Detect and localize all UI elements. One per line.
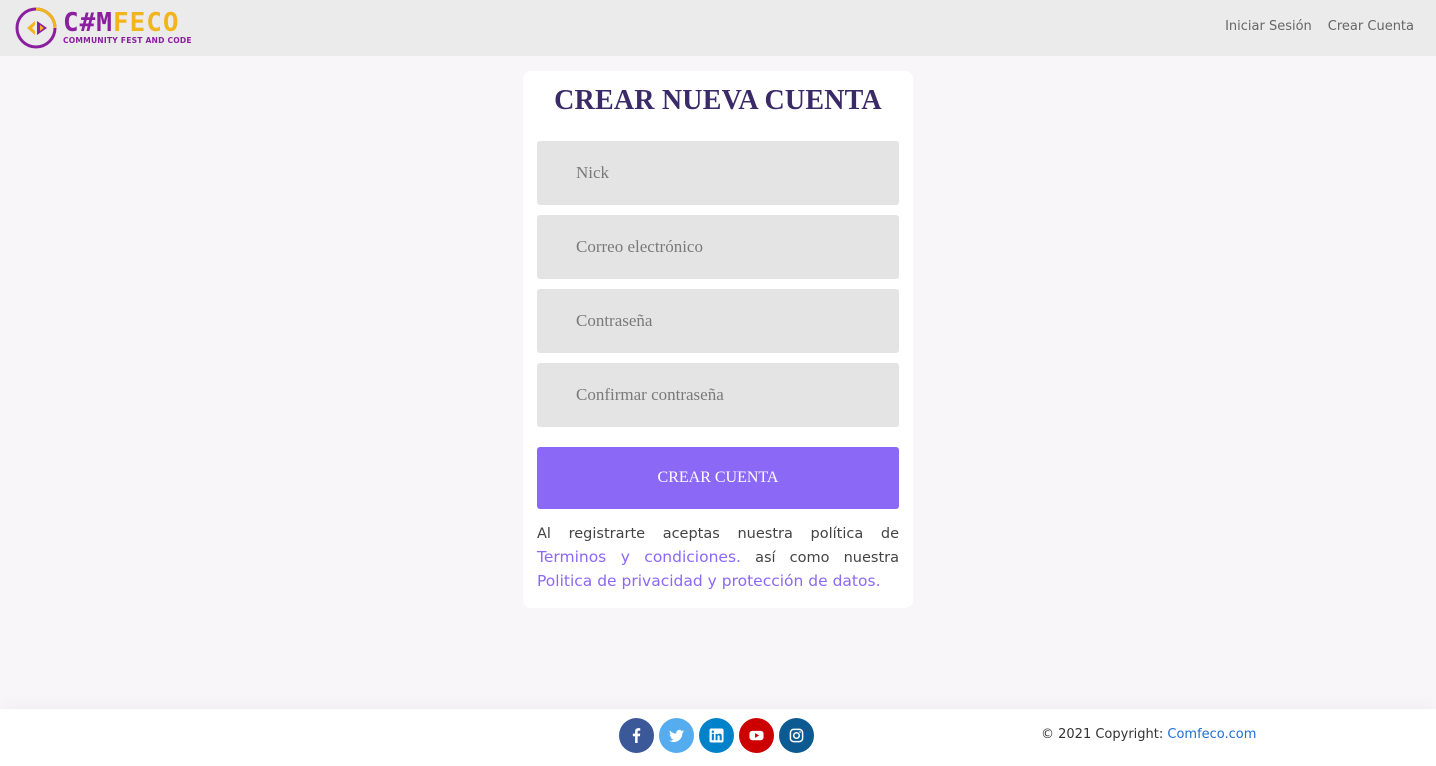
email-input[interactable]	[537, 215, 899, 279]
twitter-icon	[669, 729, 684, 743]
legal-text-1: Al registrarte aceptas nuestra política …	[537, 526, 899, 542]
logo-title: C#MFECO	[63, 10, 192, 36]
logo-subtitle: COMMUNITY FEST AND CODE	[63, 36, 192, 45]
logo-wordmark: C#MFECO COMMUNITY FEST AND CODE	[63, 10, 192, 46]
nav-links: Iniciar Sesión Crear Cuenta	[1225, 19, 1414, 34]
login-link[interactable]: Iniciar Sesión	[1225, 19, 1312, 34]
legal-notice: Al registrarte aceptas nuestra política …	[537, 523, 899, 594]
legal-text-2: así como nuestra	[755, 550, 900, 566]
copyright: © 2021 Copyright: Comfeco.com	[1041, 727, 1256, 742]
comfeco-logo[interactable]: C#MFECO COMMUNITY FEST AND CODE	[14, 7, 192, 49]
logo-title-part-a: C#M	[63, 8, 113, 38]
youtube-button[interactable]	[739, 718, 774, 753]
logo-title-part-b: FECO	[112, 8, 180, 38]
register-link[interactable]: Crear Cuenta	[1328, 19, 1414, 34]
privacy-link[interactable]: Politica de privacidad y protección de d…	[537, 572, 881, 590]
social-links	[619, 718, 814, 753]
linkedin-icon	[709, 728, 724, 743]
instagram-button[interactable]	[779, 718, 814, 753]
instagram-icon	[789, 728, 804, 743]
footer: © 2021 Copyright: Comfeco.com	[0, 709, 1436, 766]
facebook-icon	[632, 728, 641, 743]
confirm-password-input[interactable]	[537, 363, 899, 427]
twitter-button[interactable]	[659, 718, 694, 753]
linkedin-button[interactable]	[699, 718, 734, 753]
terms-link[interactable]: Terminos y condiciones.	[537, 548, 741, 566]
youtube-icon	[749, 730, 764, 741]
page-title: CREAR NUEVA CUENTA	[554, 85, 882, 116]
comfeco-link[interactable]: Comfeco.com	[1167, 727, 1256, 742]
logo-mark-icon	[15, 7, 57, 49]
facebook-button[interactable]	[619, 718, 654, 753]
copyright-text: © 2021 Copyright:	[1041, 727, 1164, 742]
register-card: CREAR NUEVA CUENTA CREAR CUENTA Al regis…	[523, 71, 913, 608]
create-account-button[interactable]: CREAR CUENTA	[537, 447, 899, 509]
top-navbar: C#MFECO COMMUNITY FEST AND CODE Iniciar …	[0, 0, 1436, 56]
nick-input[interactable]	[537, 141, 899, 205]
password-input[interactable]	[537, 289, 899, 353]
